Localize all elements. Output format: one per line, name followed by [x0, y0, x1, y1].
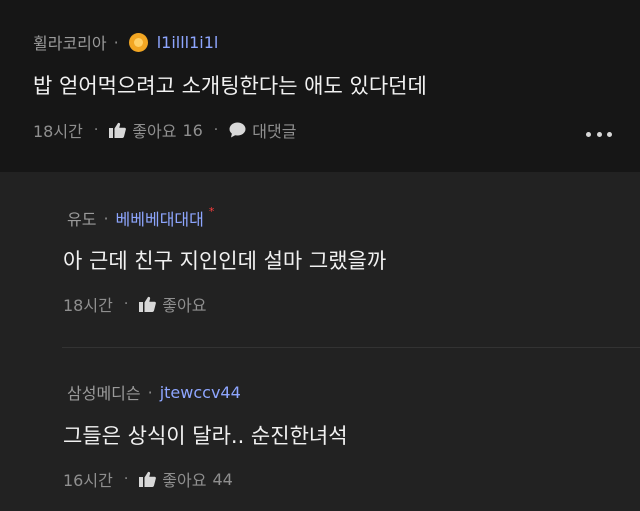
company-name[interactable]: 유도	[67, 206, 96, 230]
more-options-icon[interactable]	[586, 129, 612, 139]
author-star-icon: *	[208, 204, 215, 218]
comment-actions: 18시간 · 좋아요 16 · 대댓글	[33, 118, 296, 142]
separator: ·	[123, 471, 129, 487]
like-button[interactable]: 좋아요	[139, 292, 206, 316]
nickname[interactable]: jtewccv44	[160, 383, 241, 402]
company-name[interactable]: 휠라코리아	[33, 30, 107, 54]
like-button[interactable]: 좋아요 16	[109, 118, 203, 142]
like-count: 16	[182, 120, 203, 140]
nickname[interactable]: 베베베대대대	[116, 206, 204, 230]
thumbs-up-icon	[139, 471, 157, 487]
reply-text: 그들은 상식이 달라.. 순진한녀석	[63, 424, 348, 448]
separator: ·	[147, 382, 153, 402]
like-label: 좋아요	[162, 471, 207, 490]
like-button[interactable]: 좋아요 44	[139, 467, 233, 491]
separator: ·	[103, 208, 109, 228]
comment: 휠라코리아 · l1illl1i1l 밥 얻어먹으려고 소개팅한다는 애도 있다…	[0, 0, 640, 172]
badge-icon	[128, 32, 148, 52]
like-count: 44	[212, 469, 233, 489]
timestamp: 18시간	[33, 122, 83, 141]
speech-bubble-icon	[229, 122, 246, 138]
nickname[interactable]: l1illl1i1l	[157, 33, 219, 52]
reply-actions: 16시간 · 좋아요 44	[63, 467, 233, 491]
separator: ·	[213, 122, 219, 138]
comment-header: 휠라코리아 · l1illl1i1l	[33, 30, 218, 54]
reply-actions: 18시간 · 좋아요	[63, 292, 206, 316]
like-label: 좋아요	[132, 122, 177, 141]
reply-text: 아 근데 친구 지인인데 설마 그랬을까	[63, 249, 387, 273]
company-name[interactable]: 삼성메디슨	[67, 380, 141, 404]
separator: ·	[123, 296, 129, 312]
like-label: 좋아요	[162, 296, 207, 315]
comment-text: 밥 얻어먹으려고 소개팅한다는 애도 있다던데	[33, 74, 427, 98]
reply-label: 대댓글	[252, 122, 297, 141]
reply-button[interactable]: 대댓글	[229, 118, 296, 142]
reply-header: 유도 · 베베베대대대 *	[67, 204, 215, 230]
separator: ·	[113, 32, 119, 52]
thumbs-up-icon	[139, 296, 157, 312]
divider	[62, 347, 640, 348]
thumbs-up-icon	[109, 122, 127, 138]
separator: ·	[93, 122, 99, 138]
reply-header: 삼성메디슨 · jtewccv44	[67, 380, 241, 404]
timestamp: 16시간	[63, 471, 113, 490]
timestamp: 18시간	[63, 296, 113, 315]
